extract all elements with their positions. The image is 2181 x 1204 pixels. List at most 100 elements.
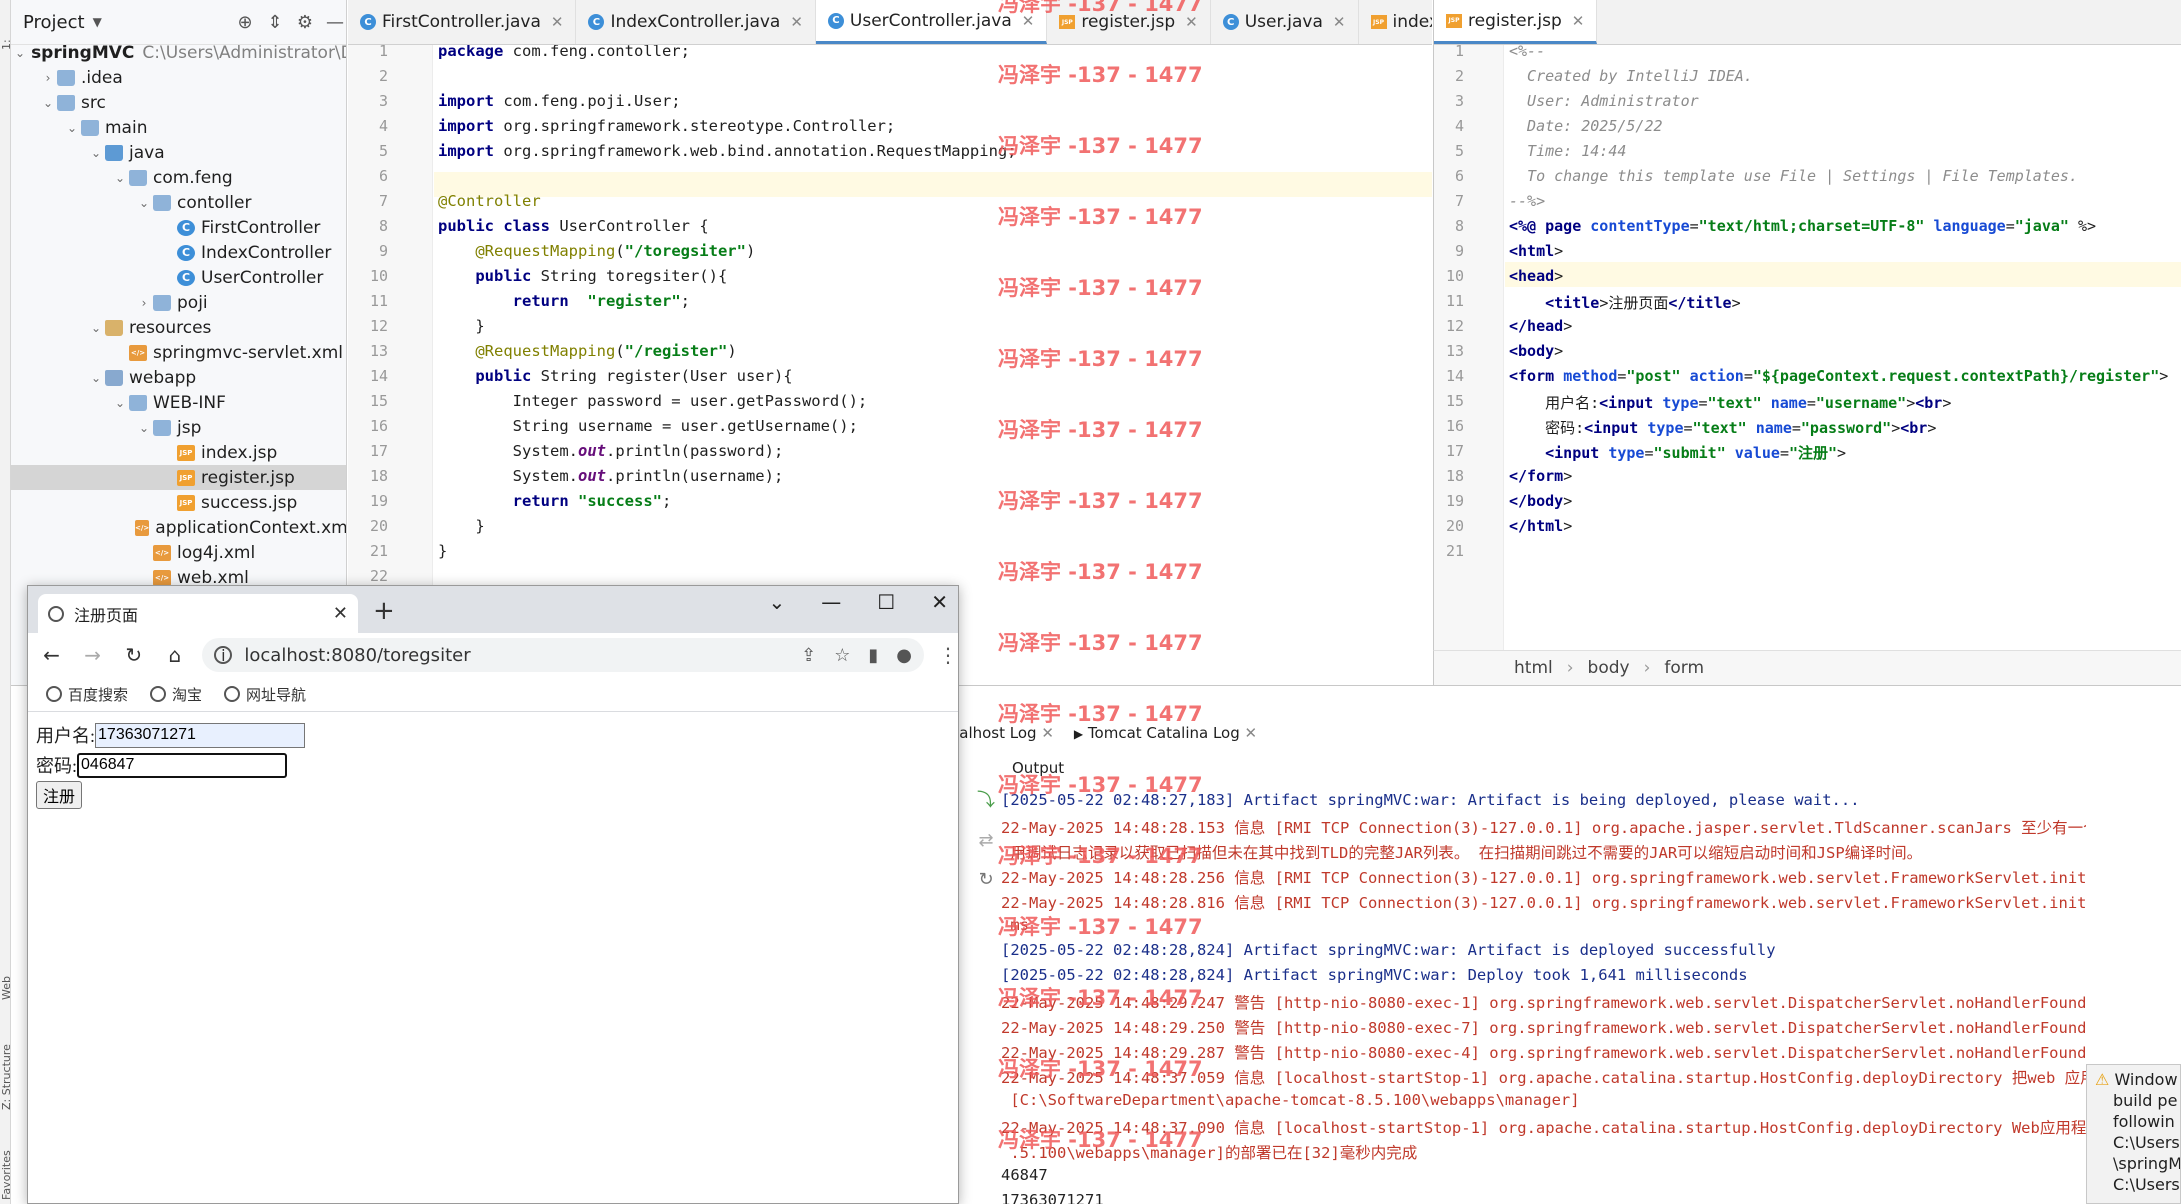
star-icon[interactable]: ☆: [834, 645, 850, 666]
menu-icon[interactable]: ⋮: [938, 643, 958, 667]
gear-icon[interactable]: ⚙: [294, 12, 316, 33]
code-line[interactable]: public String toregsiter(){: [438, 267, 727, 285]
close-icon[interactable]: ✕: [1572, 12, 1585, 30]
chevron-icon[interactable]: ⌄: [111, 171, 129, 185]
code-line[interactable]: public String register(User user){: [438, 367, 792, 385]
warning-popup[interactable]: ⚠ Window build pe followin C:\Users \spr…: [2086, 1064, 2181, 1204]
refresh-icon[interactable]: ↻: [978, 869, 993, 890]
code-line[interactable]: <body>: [1509, 342, 1563, 360]
java-editor[interactable]: 1 2 3 4 5 6 7 8 9 10 11 12 13 14 15 16 17 18 19 20 21 22 packa…: [348, 45, 1432, 655]
tree-item[interactable]: ⌄ jsp: [11, 415, 346, 440]
tree-item[interactable]: JSP index.jsp: [11, 440, 346, 465]
username-input[interactable]: [95, 722, 306, 748]
home-button[interactable]: ⌂: [161, 643, 188, 667]
chevron-icon[interactable]: ⌄: [87, 321, 105, 335]
forward-button[interactable]: →: [79, 643, 106, 667]
close-icon[interactable]: ✕: [1185, 13, 1198, 31]
code-line[interactable]: return "success";: [438, 492, 672, 510]
favorites-tool-tab[interactable]: Favorites: [0, 1150, 13, 1200]
tree-item[interactable]: </> springmvc-servlet.xml: [11, 340, 346, 365]
tree-item[interactable]: ⌄ WEB-INF: [11, 390, 346, 415]
address-bar[interactable]: i localhost:8080/toregsiter ⇪ ☆ ▮ ●: [202, 638, 924, 672]
code-line[interactable]: User: Administrator: [1509, 92, 1699, 110]
code-line[interactable]: </body>: [1509, 492, 1572, 510]
chevron-icon[interactable]: ⌄: [63, 121, 81, 135]
sidebar-icon[interactable]: ▮: [868, 645, 878, 666]
close-tab-icon[interactable]: ✕: [333, 603, 348, 624]
chevron-icon[interactable]: ›: [39, 71, 57, 85]
editor-tab[interactable]: JSP register.jsp ✕: [1047, 0, 1211, 44]
chevron-icon[interactable]: ⌄: [135, 421, 153, 435]
password-input[interactable]: [77, 752, 288, 778]
project-title[interactable]: Project: [23, 12, 85, 33]
new-tab-button[interactable]: +: [373, 596, 395, 626]
tree-item[interactable]: JSP success.jsp: [11, 490, 346, 515]
chevron-down-icon[interactable]: ▼: [93, 15, 102, 29]
tab-localhost-log[interactable]: calhost Log ✕: [951, 724, 1054, 742]
tree-item[interactable]: ⌄ contoller: [11, 190, 346, 215]
url-text[interactable]: localhost:8080/toregsiter: [244, 645, 470, 666]
web-tool-tab[interactable]: Web: [0, 940, 13, 1000]
bookmark-taobao[interactable]: 淘宝: [150, 684, 202, 705]
code-line[interactable]: </html>: [1509, 517, 1572, 535]
code-line[interactable]: }: [438, 542, 447, 560]
code-line[interactable]: return "register";: [438, 292, 690, 310]
code-line[interactable]: public class UserController {: [438, 217, 709, 235]
back-button[interactable]: ←: [38, 643, 65, 667]
breadcrumb-item[interactable]: body: [1588, 658, 1630, 678]
tree-item[interactable]: C UserController: [11, 265, 346, 290]
code-line[interactable]: import com.feng.poji.User;: [438, 92, 681, 110]
jsp-editor[interactable]: 1 2 3 4 5 6 7 8 9 10 11 12 13 14 15 16 17 18 19 20 21 <%-- Cr…: [1433, 45, 2181, 650]
code-line[interactable]: <title>注册页面</title>: [1509, 292, 1740, 313]
chevron-icon[interactable]: ⌄: [87, 146, 105, 160]
chevron-icon[interactable]: ›: [135, 296, 153, 310]
breadcrumb-item[interactable]: form: [1664, 658, 1704, 678]
chevron-icon[interactable]: ⌄: [135, 196, 153, 210]
code-line[interactable]: }: [438, 517, 484, 535]
code-line[interactable]: @RequestMapping("/toregsiter"): [438, 242, 755, 260]
code-line[interactable]: 密码:<input type="text" name="password"><b…: [1509, 417, 1936, 438]
project-tool-tab[interactable]: 1: Project: [0, 10, 26, 50]
code-line[interactable]: import org.springframework.stereotype.Co…: [438, 117, 895, 135]
tree-item[interactable]: C IndexController: [11, 240, 346, 265]
code-line[interactable]: <form method="post" action="${pageContex…: [1509, 367, 2168, 385]
tree-item[interactable]: › poji: [11, 290, 346, 315]
tab-register-jsp-right[interactable]: JSP register.jsp ✕: [1434, 0, 1598, 44]
editor-tab[interactable]: C User.java ✕: [1211, 0, 1359, 44]
reload-button[interactable]: ↻: [120, 643, 147, 667]
close-window-button[interactable]: ✕: [931, 590, 948, 614]
editor-tab[interactable]: C UserController.java ✕: [815, 0, 1048, 44]
code-line[interactable]: }: [438, 317, 484, 335]
editor-tab[interactable]: JSPindex.jsp✕: [1359, 0, 1432, 44]
register-button[interactable]: 注册: [36, 781, 83, 809]
share-icon[interactable]: ⇪: [801, 645, 816, 666]
deploy-icon[interactable]: ⤵: [977, 786, 995, 812]
structure-tool-tab[interactable]: Z: Structure: [0, 1030, 13, 1110]
code-line[interactable]: 用户名:<input type="text" name="username"><…: [1509, 392, 1951, 413]
code-line[interactable]: String username = user.getUsername();: [438, 417, 858, 435]
bookmark-baidu[interactable]: 百度搜索: [46, 684, 128, 705]
editor-tab[interactable]: C IndexController.java ✕: [576, 0, 816, 44]
editor-tab[interactable]: C FirstController.java ✕: [348, 0, 577, 44]
code-line[interactable]: <%--: [1509, 45, 1545, 60]
tree-item[interactable]: ⌄ resources: [11, 315, 346, 340]
close-icon[interactable]: ✕: [551, 13, 564, 31]
minimize-icon[interactable]: —: [324, 12, 346, 33]
tree-item[interactable]: ⌄ springMVC C:\Users\Administrator\De: [11, 40, 346, 65]
info-icon[interactable]: i: [214, 646, 233, 665]
tree-item[interactable]: ⌄ main: [11, 115, 346, 140]
browser-tab[interactable]: 注册页面 ✕: [38, 594, 358, 633]
code-line[interactable]: Integer password = user.getPassword();: [438, 392, 868, 410]
tab-tomcat-catalina-log[interactable]: ▶ Tomcat Catalina Log ✕: [1074, 724, 1257, 742]
chevron-icon[interactable]: ⌄: [15, 46, 25, 60]
profile-icon[interactable]: ●: [896, 645, 912, 666]
tree-item[interactable]: › .idea: [11, 65, 346, 90]
tree-item[interactable]: </> applicationContext.xm: [11, 515, 346, 540]
tree-item[interactable]: ⌄ webapp: [11, 365, 346, 390]
redeploy-icon[interactable]: ⇄: [978, 830, 993, 851]
code-line[interactable]: <%@ page contentType="text/html;charset=…: [1509, 217, 2096, 235]
minimize-button[interactable]: —: [821, 590, 841, 614]
code-line[interactable]: @RequestMapping("/register"): [438, 342, 736, 360]
code-line[interactable]: import org.springframework.web.bind.anno…: [438, 142, 1017, 160]
bookmark-nav[interactable]: 网址导航: [224, 684, 306, 705]
